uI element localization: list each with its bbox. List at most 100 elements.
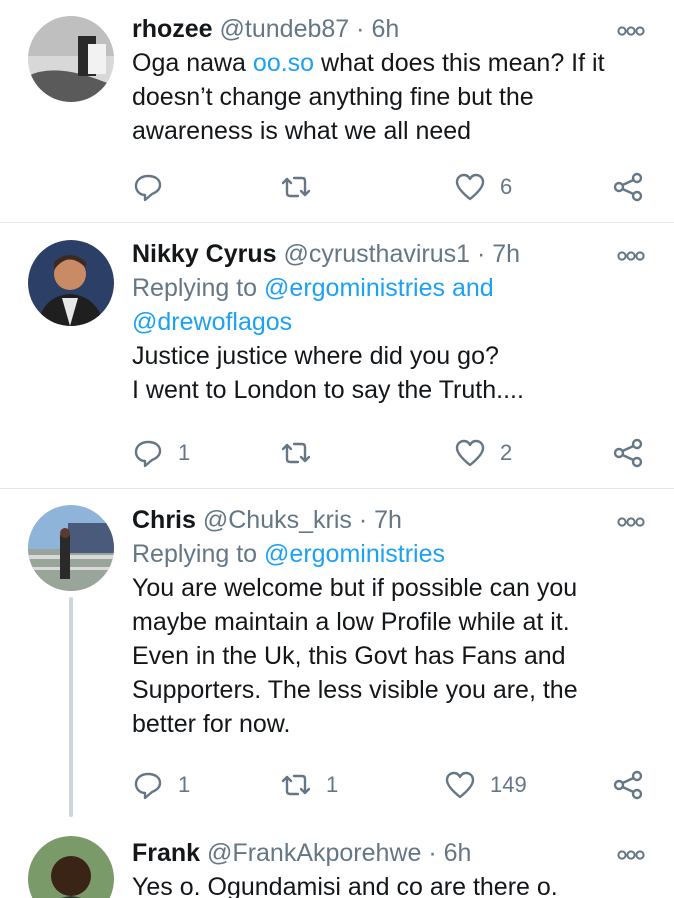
timestamp[interactable]: 7h <box>374 506 402 534</box>
separator: · <box>356 15 365 43</box>
tweet-header: Frank @FrankAkporehwe · 6h <box>132 836 634 870</box>
tweet-content: Frank @FrankAkporehwe · 6h Yes o. Ogunda… <box>132 836 634 898</box>
user-handle[interactable]: @tundeb87 <box>220 15 350 43</box>
replying-to-link[interactable]: @ergoministries and <box>264 274 494 302</box>
tweet-link[interactable]: oo.so <box>253 49 314 77</box>
retweet-button[interactable]: 1 <box>280 767 338 803</box>
timeline: rhozee @tundeb87 · 6h Oga nawa oo.so wha… <box>0 0 674 898</box>
like-button[interactable]: 149 <box>444 767 527 803</box>
tweet[interactable]: Chris @Chuks_kris · 7h Replying to @ergo… <box>0 489 674 821</box>
timestamp[interactable]: 7h <box>492 240 520 268</box>
tweet-text-line: Supporters. The less visible you are, th… <box>132 676 578 704</box>
tweet-actions: 6 <box>132 169 652 205</box>
more-icon[interactable] <box>616 249 646 263</box>
share-icon <box>613 172 643 202</box>
retweet-button[interactable] <box>280 435 326 471</box>
avatar-image <box>28 240 114 326</box>
tweet-text: Yes o. Ogundamisi and co are there o. <box>132 870 634 898</box>
tweet-content: rhozee @tundeb87 · 6h Oga nawa oo.so wha… <box>132 12 634 148</box>
reply-icon <box>134 440 162 468</box>
like-count: 6 <box>500 174 513 199</box>
tweet-header: Chris @Chuks_kris · 7h <box>132 503 634 537</box>
heart-icon <box>455 439 485 467</box>
retweet-icon <box>281 774 311 796</box>
avatar[interactable] <box>28 836 114 898</box>
replying-to: Replying to @ergoministries and <box>132 271 634 305</box>
retweet-icon <box>281 442 311 464</box>
share-button[interactable] <box>612 435 644 471</box>
tweet-text-line: I went to London to say the Truth.... <box>132 376 524 404</box>
separator: · <box>428 839 437 867</box>
tweet-text-line: Justice justice where did you go? <box>132 342 499 370</box>
tweet[interactable]: Nikky Cyrus @cyrusthavirus1 · 7h Replyin… <box>0 223 674 488</box>
retweet-icon <box>281 176 311 198</box>
tweet-content: Chris @Chuks_kris · 7h Replying to @ergo… <box>132 503 634 741</box>
reply-button[interactable]: 1 <box>132 435 190 471</box>
like-button[interactable]: 6 <box>454 169 512 205</box>
reply-button[interactable] <box>132 169 178 205</box>
more-icon[interactable] <box>616 24 646 38</box>
avatar-image <box>28 16 114 102</box>
share-button[interactable] <box>612 767 644 803</box>
replying-to: Replying to @ergoministries <box>132 537 634 571</box>
like-count: 2 <box>500 440 513 465</box>
tweet-actions: 1 1 149 <box>132 767 652 803</box>
avatar[interactable] <box>28 505 114 591</box>
avatar[interactable] <box>28 240 114 326</box>
more-icon[interactable] <box>616 515 646 529</box>
avatar-image <box>28 836 114 898</box>
tweet-text-line: awareness is what we all need <box>132 117 472 145</box>
replying-to-link[interactable]: @ergoministries <box>264 540 445 568</box>
tweet-text: Justice justice where did you go? I went… <box>132 339 634 407</box>
tweet-text-part: Oga nawa <box>132 49 253 77</box>
tweet-text: Oga nawa oo.so what does this mean? If i… <box>132 46 634 148</box>
tweet-text: You are welcome but if possible can you … <box>132 571 634 741</box>
heart-icon <box>445 771 475 799</box>
like-button[interactable]: 2 <box>454 435 512 471</box>
replying-to-prefix: Replying to <box>132 540 265 568</box>
share-button[interactable] <box>612 169 644 205</box>
tweet-text-part: what does this mean? If it <box>314 49 605 77</box>
tweet-text-line: maybe maintain a low Profile while at it… <box>132 608 570 636</box>
timestamp[interactable]: 6h <box>371 15 399 43</box>
tweet-text-line: You are welcome but if possible can you <box>132 574 578 602</box>
tweet-content: Nikky Cyrus @cyrusthavirus1 · 7h Replyin… <box>132 237 634 407</box>
reply-icon <box>134 772 162 800</box>
reply-count: 1 <box>178 772 191 797</box>
tweet-actions: 1 2 <box>132 435 652 471</box>
timestamp[interactable]: 6h <box>444 839 472 867</box>
share-icon <box>613 438 643 468</box>
replying-to: @drewoflagos <box>132 305 634 339</box>
tweet[interactable]: Frank @FrankAkporehwe · 6h Yes o. Ogunda… <box>0 824 674 898</box>
retweet-button[interactable] <box>280 169 326 205</box>
retweet-count: 1 <box>326 772 339 797</box>
thread-line <box>69 597 73 817</box>
share-icon <box>613 770 643 800</box>
tweet-header: rhozee @tundeb87 · 6h <box>132 12 634 46</box>
tweet-header: Nikky Cyrus @cyrusthavirus1 · 7h <box>132 237 634 271</box>
like-count: 149 <box>490 772 527 797</box>
separator: · <box>477 240 486 268</box>
separator: · <box>358 506 368 534</box>
reply-count: 1 <box>178 440 191 465</box>
heart-icon <box>455 173 485 201</box>
user-handle[interactable]: @FrankAkporehwe <box>207 839 421 867</box>
replying-to-prefix: Replying to <box>132 274 265 302</box>
tweet-text-line: Even in the Uk, this Govt has Fans and <box>132 642 566 670</box>
tweet-text-line: doesn’t change anything fine but the <box>132 83 534 111</box>
display-name[interactable]: rhozee <box>132 15 213 43</box>
display-name[interactable]: Chris <box>132 506 196 534</box>
more-icon[interactable] <box>616 848 646 862</box>
user-handle[interactable]: @Chuks_kris <box>203 506 352 534</box>
display-name[interactable]: Nikky Cyrus <box>132 240 277 268</box>
reply-button[interactable]: 1 <box>132 767 190 803</box>
replying-to-link[interactable]: @drewoflagos <box>132 308 292 336</box>
user-handle[interactable]: @cyrusthavirus1 <box>283 240 470 268</box>
tweet-text-line: better for now. <box>132 710 291 738</box>
reply-icon <box>134 174 162 202</box>
avatar-image <box>28 505 114 591</box>
display-name[interactable]: Frank <box>132 839 200 867</box>
tweet-text-line: Yes o. Ogundamisi and co are there o. <box>132 873 558 898</box>
avatar[interactable] <box>28 16 114 102</box>
tweet[interactable]: rhozee @tundeb87 · 6h Oga nawa oo.so wha… <box>0 0 674 222</box>
